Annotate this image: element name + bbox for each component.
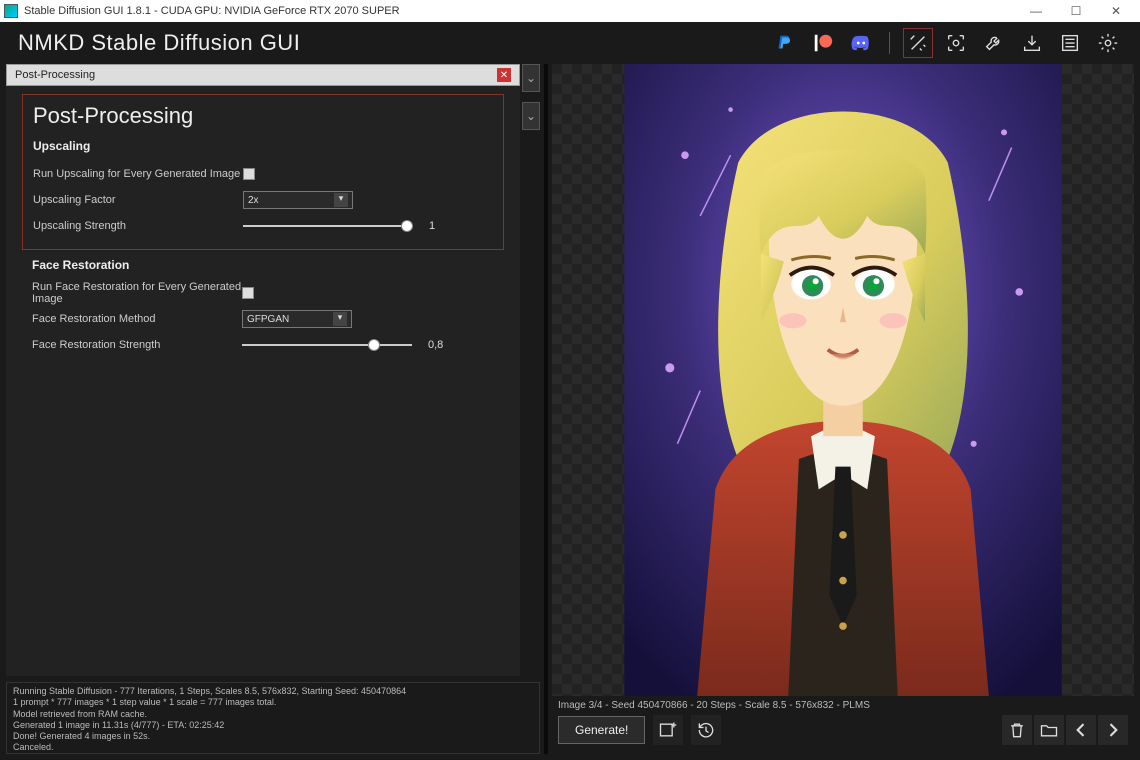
- image-info: Image 3/4 - Seed 450470866 - 20 Steps - …: [552, 698, 1134, 713]
- window-title: Stable Diffusion GUI 1.8.1 - CUDA GPU: N…: [24, 5, 400, 17]
- vertical-divider[interactable]: [544, 64, 548, 754]
- preview-area: [552, 64, 1134, 696]
- upscale-strength-label: Upscaling Strength: [33, 220, 243, 232]
- log-line: Running Stable Diffusion - 777 Iteration…: [13, 686, 533, 697]
- wand-icon[interactable]: [904, 29, 932, 57]
- open-folder-button[interactable]: [1034, 715, 1064, 745]
- patreon-icon[interactable]: [809, 29, 837, 57]
- minimize-button[interactable]: —: [1016, 4, 1056, 18]
- upscale-strength-slider[interactable]: [243, 218, 413, 234]
- chevron-down-icon: ▾: [334, 193, 348, 207]
- log-line: Done! Generated 4 images in 52s.: [13, 731, 533, 742]
- face-section: Face Restoration Run Face Restoration fo…: [22, 258, 504, 358]
- face-run-label: Run Face Restoration for Every Generated…: [32, 281, 242, 305]
- log-box: Running Stable Diffusion - 777 Iteration…: [6, 682, 540, 754]
- history-button[interactable]: [691, 715, 721, 745]
- toolbar-separator: [889, 32, 890, 54]
- face-method-label: Face Restoration Method: [32, 313, 242, 325]
- upscale-strength-value: 1: [429, 220, 453, 232]
- scroll-down-button[interactable]: ⌄: [522, 102, 540, 130]
- wrench-icon[interactable]: [980, 29, 1008, 57]
- face-method-combo[interactable]: GFPGAN ▾: [242, 310, 352, 328]
- upscale-factor-value: 2x: [248, 195, 259, 206]
- target-icon[interactable]: [942, 29, 970, 57]
- log-line: 1 prompt * 777 images * 1 step value * 1…: [13, 697, 533, 708]
- delete-button[interactable]: [1002, 715, 1032, 745]
- list-icon[interactable]: [1056, 29, 1084, 57]
- add-image-button[interactable]: [653, 715, 683, 745]
- next-image-button[interactable]: [1098, 715, 1128, 745]
- panel-tab-postprocessing[interactable]: Post-Processing ✕: [6, 64, 520, 86]
- preview-image[interactable]: [552, 64, 1134, 696]
- app-title: NMKD Stable Diffusion GUI: [18, 30, 300, 56]
- upscale-factor-label: Upscaling Factor: [33, 194, 243, 206]
- upscale-factor-combo[interactable]: 2x ▾: [243, 191, 353, 209]
- close-tab-icon[interactable]: ✕: [497, 68, 511, 82]
- app-icon: [4, 4, 18, 18]
- face-strength-label: Face Restoration Strength: [32, 339, 242, 351]
- maximize-button[interactable]: ☐: [1056, 4, 1096, 18]
- prev-image-button[interactable]: [1066, 715, 1096, 745]
- face-strength-slider[interactable]: [242, 337, 412, 353]
- chevron-down-icon: ▾: [333, 312, 347, 326]
- upscaling-section: Post-Processing Upscaling Run Upscaling …: [22, 94, 504, 250]
- close-button[interactable]: ✕: [1096, 4, 1136, 18]
- gear-icon[interactable]: [1094, 29, 1122, 57]
- log-line: Generated 1 image in 11.31s (4/777) - ET…: [13, 720, 533, 731]
- face-heading: Face Restoration: [32, 258, 494, 272]
- upscaling-heading: Upscaling: [33, 139, 493, 153]
- log-line: Model retrieved from RAM cache.: [13, 709, 533, 720]
- upscale-run-label: Run Upscaling for Every Generated Image: [33, 168, 243, 180]
- upscale-run-checkbox[interactable]: [243, 168, 255, 180]
- log-line: Canceled.: [13, 742, 533, 753]
- download-icon[interactable]: [1018, 29, 1046, 57]
- face-strength-value: 0,8: [428, 339, 452, 351]
- scroll-up-button[interactable]: ⌄: [522, 64, 540, 92]
- paypal-icon[interactable]: [771, 29, 799, 57]
- titlebar: Stable Diffusion GUI 1.8.1 - CUDA GPU: N…: [0, 0, 1140, 22]
- app-header: NMKD Stable Diffusion GUI: [0, 22, 1140, 64]
- section-title: Post-Processing: [33, 103, 493, 129]
- panel-tab-label: Post-Processing: [15, 69, 95, 81]
- face-run-checkbox[interactable]: [242, 287, 254, 299]
- face-method-value: GFPGAN: [247, 314, 289, 325]
- discord-icon[interactable]: [847, 29, 875, 57]
- generate-button[interactable]: Generate!: [558, 716, 645, 744]
